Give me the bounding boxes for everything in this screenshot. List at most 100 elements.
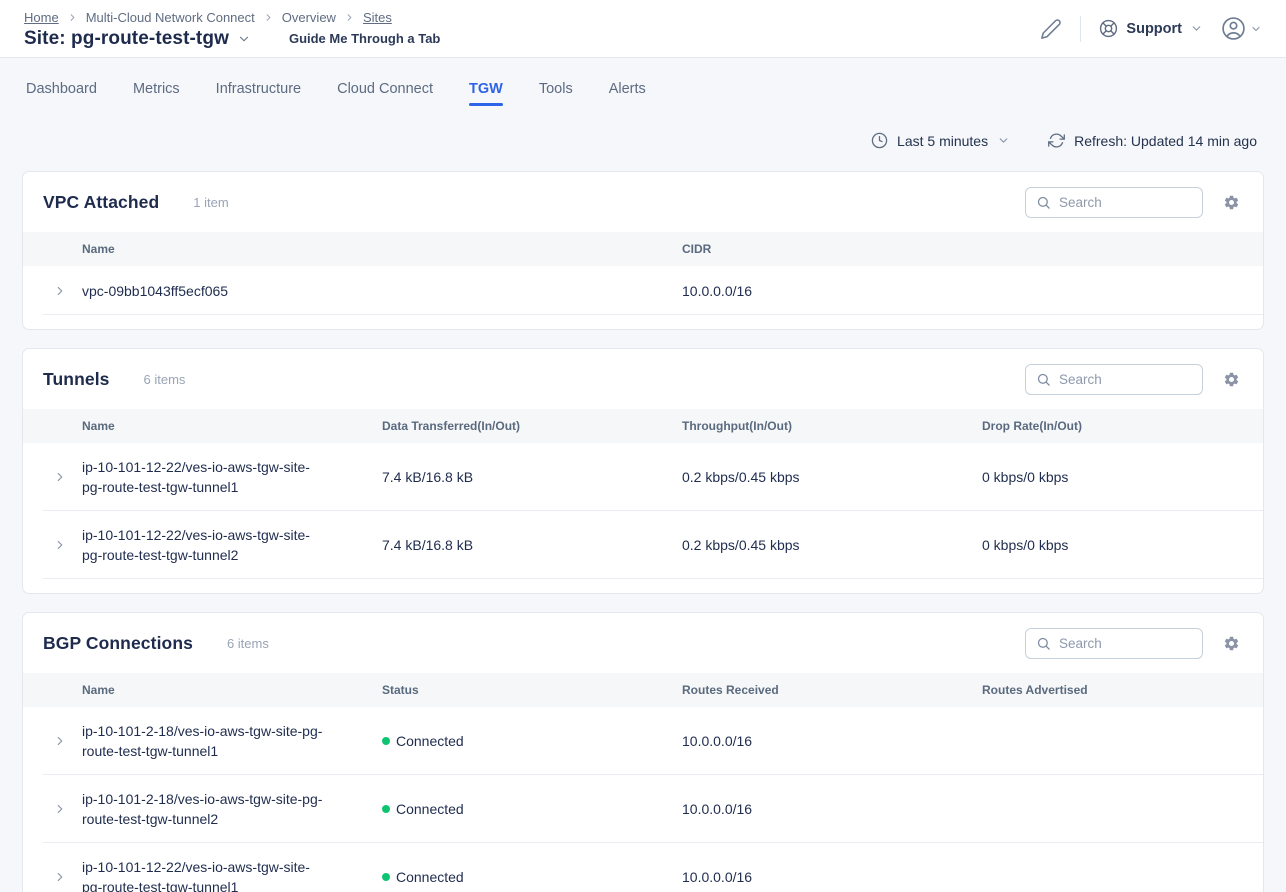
lifebuoy-icon (1099, 19, 1118, 38)
table-header-row: NameCIDR (23, 232, 1263, 266)
table-row: ip-10-101-2-18/ves-io-aws-tgw-site-pg-ro… (23, 707, 1263, 775)
time-range-label: Last 5 minutes (897, 133, 988, 149)
site-switcher-chevron-icon[interactable] (237, 32, 251, 46)
time-controls: Last 5 minutes Refresh: Updated 14 min a… (0, 132, 1286, 149)
search-icon (1036, 636, 1051, 651)
support-menu[interactable]: Support (1099, 19, 1203, 38)
search-input[interactable] (1059, 636, 1192, 651)
row-cell: 7.4 kB/16.8 kB (382, 535, 682, 555)
breadcrumb-separator-icon (344, 12, 355, 23)
item-count: 6 items (144, 372, 186, 387)
tab-tools[interactable]: Tools (539, 81, 573, 106)
tab-metrics[interactable]: Metrics (133, 81, 180, 106)
row-expand-chevron-icon[interactable] (23, 284, 82, 298)
panel-title: VPC Attached (43, 192, 159, 213)
column-header: Name (82, 680, 382, 700)
row-cell: 10.0.0.0/16 (682, 867, 982, 887)
column-header: Data Transferred(In/Out) (382, 416, 682, 436)
breadcrumb-link-overview[interactable]: Overview (282, 10, 336, 25)
search-box (1025, 187, 1203, 218)
table-header-row: NameStatusRoutes ReceivedRoutes Advertis… (23, 673, 1263, 707)
app-header: Home Multi-Cloud Network Connect Overview S… (0, 0, 1286, 58)
row-name: ip-10-101-2-18/ves-io-aws-tgw-site-pg-ro… (82, 721, 350, 761)
tab-tgw[interactable]: TGW (469, 81, 503, 106)
row-expand-chevron-icon[interactable] (23, 470, 82, 484)
table-row: ip-10-101-2-18/ves-io-aws-tgw-site-pg-ro… (23, 775, 1263, 843)
panel-header-vpc-attached: VPC Attached 1 item (23, 172, 1263, 232)
tab-alerts[interactable]: Alerts (609, 81, 646, 106)
refresh-icon (1048, 132, 1065, 149)
header-divider (1080, 16, 1081, 42)
breadcrumb-link-multi-cloud-network-connect[interactable]: Multi-Cloud Network Connect (86, 10, 255, 25)
refresh-label: Refresh: Updated 14 min ago (1074, 133, 1257, 149)
table-row: ip-10-101-12-22/ves-io-aws-tgw-site-pg-r… (23, 511, 1263, 579)
avatar-icon (1221, 16, 1246, 41)
gear-icon[interactable] (1223, 635, 1240, 652)
guide-me-button[interactable]: Guide Me Through a Tab (289, 31, 440, 46)
gear-icon[interactable] (1223, 371, 1240, 388)
panel-bgp-connections: BGP Connections6 itemsNameStatusRoutes R… (22, 612, 1264, 892)
row-cell: 10.0.0.0/16 (682, 731, 982, 751)
table-row: ip-10-101-12-22/ves-io-aws-tgw-site-pg-r… (23, 843, 1263, 892)
item-count: 1 item (193, 195, 228, 210)
breadcrumb-link-home[interactable]: Home (24, 10, 59, 25)
status-dot (382, 737, 390, 745)
panel-vpc-attached: VPC Attached1 itemNameCIDRvpc-09bb1043ff… (22, 171, 1264, 330)
search-input[interactable] (1059, 195, 1192, 210)
row-cell: 10.0.0.0/16 (682, 281, 1263, 301)
status-badge: Connected (382, 799, 682, 819)
panel-title: BGP Connections (43, 633, 193, 654)
breadcrumb-separator-icon (263, 12, 274, 23)
row-expand-chevron-icon[interactable] (23, 538, 82, 552)
row-name: ip-10-101-12-22/ves-io-aws-tgw-site-pg-r… (82, 457, 350, 497)
status-dot (382, 805, 390, 813)
tab-infrastructure[interactable]: Infrastructure (216, 81, 301, 106)
clock-icon (871, 132, 888, 149)
chevron-down-icon (1250, 23, 1262, 35)
status-dot (382, 873, 390, 881)
status-badge: Connected (382, 731, 682, 751)
header-right: Support (1040, 16, 1262, 42)
row-expand-chevron-icon[interactable] (23, 870, 82, 884)
chevron-down-icon (1190, 22, 1203, 35)
header-left: Home Multi-Cloud Network Connect Overview S… (24, 8, 440, 50)
chevron-down-icon (997, 134, 1010, 147)
row-cell: 10.0.0.0/16 (682, 799, 982, 819)
search-box (1025, 364, 1203, 395)
column-header: Drop Rate(In/Out) (982, 416, 1263, 436)
status-badge: Connected (382, 867, 682, 887)
row-expand-chevron-icon[interactable] (23, 802, 82, 816)
refresh-control[interactable]: Refresh: Updated 14 min ago (1048, 132, 1257, 149)
table-row: ip-10-101-12-22/ves-io-aws-tgw-site-pg-r… (23, 443, 1263, 511)
table-row: vpc-09bb1043ff5ecf065 10.0.0.0/16 (23, 266, 1263, 315)
row-name: ip-10-101-2-18/ves-io-aws-tgw-site-pg-ro… (82, 789, 350, 829)
title-row: Site: pg-route-test-tgw Guide Me Through… (24, 28, 440, 50)
time-range-selector[interactable]: Last 5 minutes (871, 132, 1010, 149)
support-label: Support (1126, 21, 1182, 37)
search-icon (1036, 195, 1051, 210)
edit-pen-icon[interactable] (1040, 18, 1062, 40)
user-account-menu[interactable] (1221, 16, 1262, 41)
row-name: ip-10-101-12-22/ves-io-aws-tgw-site-pg-r… (82, 525, 350, 565)
breadcrumb-separator-icon (67, 12, 78, 23)
row-expand-chevron-icon[interactable] (23, 734, 82, 748)
row-cell: 0 kbps/0 kbps (982, 535, 1263, 555)
row-name: ip-10-101-12-22/ves-io-aws-tgw-site-pg-r… (82, 857, 350, 892)
table-header-row: NameData Transferred(In/Out)Throughput(I… (23, 409, 1263, 443)
column-header: Status (382, 680, 682, 700)
row-name: vpc-09bb1043ff5ecf065 (82, 281, 350, 301)
column-header: Routes Advertised (982, 680, 1263, 700)
row-cell: 0.2 kbps/0.45 kbps (682, 535, 982, 555)
panel-header-tunnels: Tunnels6 items (23, 349, 1263, 409)
gear-icon[interactable] (1223, 194, 1240, 211)
page-title: Site: pg-route-test-tgw (24, 28, 229, 50)
tab-cloud-connect[interactable]: Cloud Connect (337, 81, 433, 106)
breadcrumb-link-sites[interactable]: Sites (363, 10, 392, 25)
main-content: VPC Attached1 itemNameCIDRvpc-09bb1043ff… (0, 171, 1286, 892)
panel-header-bgp-connections: BGP Connections6 items (23, 613, 1263, 673)
search-input[interactable] (1059, 372, 1192, 387)
search-icon (1036, 372, 1051, 387)
tab-bar: Dashboard Metrics Infrastructure Cloud Conn… (0, 81, 1286, 106)
tab-dashboard[interactable]: Dashboard (26, 81, 97, 106)
panel-tunnels: Tunnels6 itemsNameData Transferred(In/Ou… (22, 348, 1264, 594)
